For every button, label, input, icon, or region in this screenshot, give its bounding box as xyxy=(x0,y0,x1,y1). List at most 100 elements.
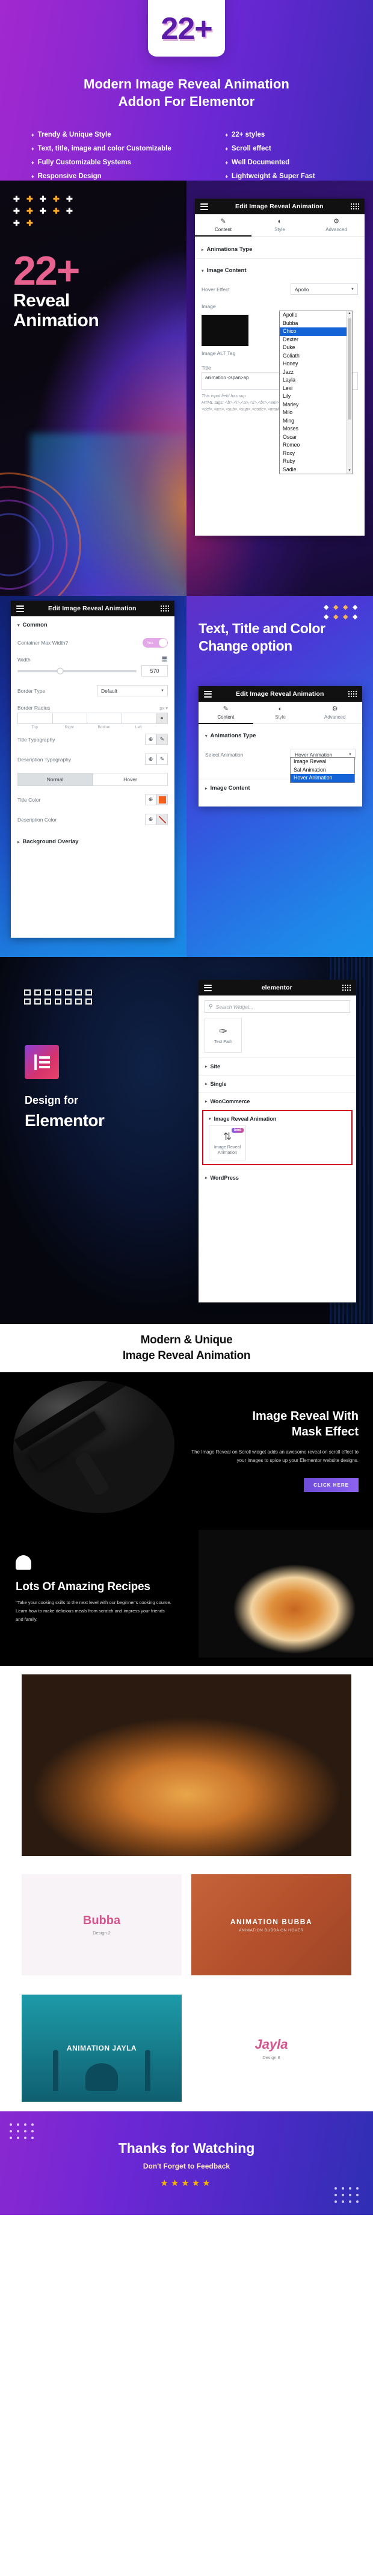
border-radius-bottom-input[interactable] xyxy=(87,713,122,724)
footer-subtitle: Don't Forget to Feedback xyxy=(143,2162,230,2170)
image-thumbnail[interactable] xyxy=(202,315,248,346)
dropdown-option[interactable]: Goliath xyxy=(280,352,352,361)
dropdown-option-selected[interactable]: Chico xyxy=(280,327,352,336)
dropdown-option[interactable]: Milo xyxy=(280,409,352,417)
global-typography-icon[interactable]: ⊕ xyxy=(145,754,156,765)
dropdown-option[interactable]: Ming xyxy=(280,417,352,426)
tab-label: Content xyxy=(214,227,232,232)
dropdown-option[interactable]: Lily xyxy=(280,392,352,401)
section-background-overlay[interactable]: ▸ Background Overlay xyxy=(11,833,174,850)
description-color-controls: ⊕ xyxy=(145,814,168,825)
unit-selector[interactable]: px ▾ xyxy=(159,705,168,711)
dropdown-options: Image Reveal Sal Animation Hover Animati… xyxy=(291,758,354,782)
width-value-input[interactable]: 570 xyxy=(141,665,168,677)
widgets-grid-icon[interactable] xyxy=(160,605,169,612)
diamond-icon: ◆ xyxy=(353,604,358,611)
widget-group-site[interactable]: ▸ Site xyxy=(199,1057,356,1075)
global-typography-icon[interactable]: ⊕ xyxy=(145,734,156,745)
dropdown-option[interactable]: Ruby xyxy=(280,457,352,466)
border-radius-top-input[interactable] xyxy=(17,713,52,724)
dropdown-option[interactable]: Duke xyxy=(280,344,352,352)
dropdown-option[interactable]: Romeo xyxy=(280,441,352,450)
widget-search-field[interactable]: ⚲ Search Widget... xyxy=(205,1000,350,1013)
global-color-icon[interactable]: ⊕ xyxy=(145,794,156,805)
hamburger-menu-icon[interactable] xyxy=(204,984,212,991)
section-animations-type[interactable]: ▸ Animations Type xyxy=(195,237,365,259)
widget-card-text-path[interactable]: ✑ Text Path xyxy=(205,1018,242,1053)
widget-group-woocommerce[interactable]: ▸ WooCommerce xyxy=(199,1092,356,1110)
ring-decoration xyxy=(0,469,84,596)
hamburger-menu-icon[interactable] xyxy=(204,690,212,698)
dropdown-option[interactable]: Image Reveal xyxy=(291,758,354,766)
card-jayla[interactable]: Jayla Design 8 xyxy=(191,1995,351,2102)
dropdown-option[interactable]: Roxy xyxy=(280,450,352,458)
dropdown-option[interactable]: Jazz xyxy=(280,368,352,377)
tab-style[interactable]: ◐ Style xyxy=(253,702,308,723)
card-bubba[interactable]: Bubba Design 2 xyxy=(22,1874,182,1975)
dropdown-option[interactable]: Oscar xyxy=(280,433,352,442)
widget-group-single[interactable]: ▸ Single xyxy=(199,1075,356,1092)
container-max-width-toggle[interactable]: Yes xyxy=(143,638,168,648)
state-hover-tab[interactable]: Hover xyxy=(93,773,168,786)
widget-card-image-reveal-animation[interactable]: bwd ⇅ Image Reveal Animation xyxy=(209,1125,246,1160)
dropdown-option[interactable]: Sal Animation xyxy=(291,766,354,775)
card-animation-bubba[interactable]: ANIMATION BUBBA ANIMATION BUBBA ON HOVER xyxy=(191,1874,351,1975)
widget-group-wordpress[interactable]: ▸ WordPress xyxy=(199,1169,356,1186)
edit-typography-icon[interactable]: ✎ xyxy=(156,734,168,745)
scroll-up-icon[interactable]: ▲ xyxy=(347,311,352,317)
title-color-swatch-button[interactable] xyxy=(156,794,168,805)
tab-style[interactable]: ◐ Style xyxy=(251,214,308,236)
hover-effect-dropdown-list[interactable]: Apollo Bubba Chico Dexter Duke Goliath H… xyxy=(279,311,353,474)
scroll-down-icon[interactable]: ▼ xyxy=(347,468,352,474)
section-animations-type[interactable]: ▾ Animations Type xyxy=(199,724,362,745)
select-animation-dropdown-list[interactable]: Image Reveal Sal Animation Hover Animati… xyxy=(290,757,355,783)
panel-header: Edit Image Reveal Animation xyxy=(195,199,365,214)
widgets-grid-icon[interactable] xyxy=(348,690,357,698)
state-normal-tab[interactable]: Normal xyxy=(17,773,93,786)
card-subtitle: Design 2 xyxy=(93,1930,111,1936)
dropdown-option[interactable]: Dexter xyxy=(280,336,352,344)
width-slider[interactable] xyxy=(17,667,137,674)
dropdown-option[interactable]: Sadie xyxy=(280,466,352,474)
section-image-content[interactable]: ▾ Image Content xyxy=(195,259,365,279)
dropdown-scrollbar[interactable]: ▲ ▼ xyxy=(347,311,352,474)
tab-content[interactable]: ✎ Content xyxy=(195,214,251,237)
description-color-swatch-button[interactable] xyxy=(156,814,168,825)
widget-group-image-reveal-animation[interactable]: ▾ Image Reveal Animation xyxy=(206,1112,349,1125)
widgets-grid-icon[interactable] xyxy=(350,203,359,210)
dropdown-option[interactable]: Lexi xyxy=(280,385,352,393)
click-here-button[interactable]: CLICK HERE xyxy=(304,1478,359,1492)
hero-feature-label: Well Documented xyxy=(231,159,290,166)
desktop-icon[interactable]: 🖥 xyxy=(161,656,168,663)
dropdown-option[interactable]: Bubba xyxy=(280,320,352,328)
reveal-hero-visual: ✚ ✚ ✚ ✚ ✚ ✚ ✚ ✚ ✚ ✚ ✚ ✚ 22+ Reveal Anima… xyxy=(0,181,186,596)
border-radius-right-input[interactable] xyxy=(52,713,87,724)
hamburger-menu-icon[interactable] xyxy=(200,203,208,210)
bullet-diamond-icon: ♦ xyxy=(31,159,34,166)
section-common[interactable]: ▾ Common xyxy=(11,616,174,634)
dropdown-option-selected[interactable]: Hover Animation xyxy=(291,774,354,782)
edit-typography-icon[interactable]: ✎ xyxy=(156,754,168,765)
tab-advanced[interactable]: ⚙ Advanced xyxy=(308,214,365,236)
dropdown-option[interactable]: Marley xyxy=(280,401,352,409)
dropdown-option[interactable]: Layla xyxy=(280,376,352,385)
hover-effect-select[interactable]: Apollo ▼ xyxy=(291,283,358,295)
hamburger-menu-icon[interactable] xyxy=(16,605,24,612)
link-values-icon[interactable]: ⚭ xyxy=(156,713,168,724)
dropdown-option[interactable]: Honey xyxy=(280,360,352,368)
hero-feature-column-left: ♦ Trendy & Unique Style ♦ Text, title, ima… xyxy=(31,131,214,180)
dropdown-option[interactable]: Apollo xyxy=(280,311,352,320)
hover-effect-row: Hover Effect Apollo ▼ xyxy=(195,279,365,299)
tab-advanced[interactable]: ⚙ Advanced xyxy=(307,702,362,723)
border-type-select[interactable]: Default ▼ xyxy=(97,685,168,696)
dropdown-option[interactable]: Moses xyxy=(280,425,352,433)
description-color-row: Description Color ⊕ xyxy=(11,810,174,829)
card-animation-jayla[interactable]: ANIMATION JAYLA xyxy=(22,1995,182,2102)
border-radius-left-input[interactable] xyxy=(121,713,156,724)
tab-content[interactable]: ✎ Content xyxy=(199,702,253,724)
slider-knob[interactable] xyxy=(57,667,64,674)
global-color-icon[interactable]: ⊕ xyxy=(145,814,156,825)
diamond-decoration-grid: ◆ ◆ ◆ ◆ ◆ ◆ ◆ ◆ xyxy=(324,604,362,621)
scrollbar-thumb[interactable] xyxy=(348,318,351,420)
widgets-grid-icon[interactable] xyxy=(342,984,351,991)
